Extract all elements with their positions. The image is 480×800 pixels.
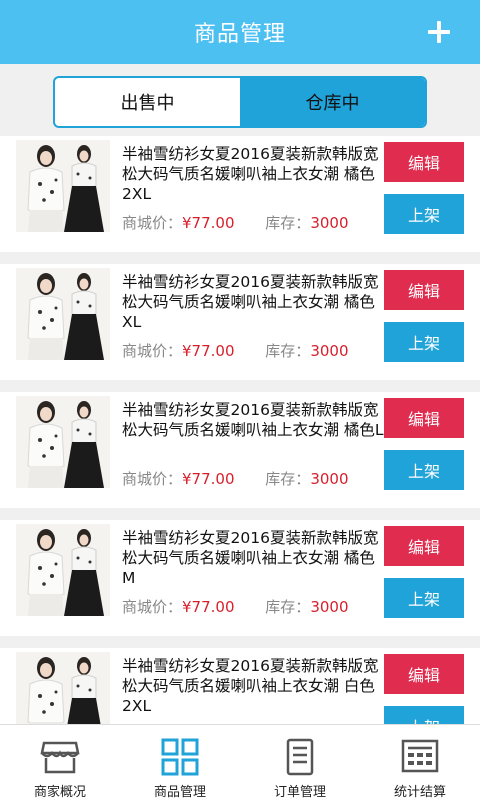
tabbar-item-settlement[interactable]: 统计结算 bbox=[360, 725, 480, 800]
stock-value: 3000 bbox=[310, 598, 349, 616]
tabbar-label: 商品管理 bbox=[153, 785, 206, 800]
list-on-shelf-button[interactable]: 上架 bbox=[384, 322, 464, 362]
product-item: 半袖雪纺衫女夏2016夏装新款韩版宽松大码气质名媛喇叭袖上衣女潮 白色2XL 商… bbox=[0, 648, 480, 724]
product-title[interactable]: 半袖雪纺衫女夏2016夏装新款韩版宽松大码气质名媛喇叭袖上衣女潮 橘色2XL bbox=[122, 144, 384, 204]
app-header: 商品管理 bbox=[0, 0, 480, 64]
stock-label: 库存： bbox=[265, 598, 311, 616]
product-item: 半袖雪纺衫女夏2016夏装新款韩版宽松大码气质名媛喇叭袖上衣女潮 橘色L 商城价… bbox=[0, 392, 480, 508]
product-image[interactable] bbox=[16, 652, 110, 724]
product-list: 半袖雪纺衫女夏2016夏装新款韩版宽松大码气质名媛喇叭袖上衣女潮 橘色2XL 商… bbox=[0, 136, 480, 724]
product-meta: 商城价：¥77.00 库存：3000 bbox=[122, 212, 349, 233]
product-item: 半袖雪纺衫女夏2016夏装新款韩版宽松大码气质名媛喇叭袖上衣女潮 橘色M 商城价… bbox=[0, 520, 480, 636]
price-value: ¥77.00 bbox=[182, 470, 235, 488]
tabbar-item-orders[interactable]: 订单管理 bbox=[240, 725, 360, 800]
product-title[interactable]: 半袖雪纺衫女夏2016夏装新款韩版宽松大码气质名媛喇叭袖上衣女潮 橘色M bbox=[122, 528, 384, 588]
plus-icon bbox=[428, 21, 450, 43]
product-meta: 商城价：¥77.00 库存：3000 bbox=[122, 596, 349, 617]
list-on-shelf-button[interactable]: 上架 bbox=[384, 450, 464, 490]
price-value: ¥77.00 bbox=[182, 342, 235, 360]
product-title[interactable]: 半袖雪纺衫女夏2016夏装新款韩版宽松大码气质名媛喇叭袖上衣女潮 橘色XL bbox=[122, 272, 384, 332]
bottom-tab-bar: 商家概况 商品管理 订单管理 统计结算 bbox=[0, 724, 480, 800]
price-label: 商城价： bbox=[122, 214, 183, 232]
tab-on-sale[interactable]: 出售中 bbox=[55, 78, 240, 126]
stock-label: 库存： bbox=[265, 214, 311, 232]
edit-button[interactable]: 编辑 bbox=[384, 654, 464, 694]
stock-value: 3000 bbox=[310, 214, 349, 232]
grid-icon bbox=[160, 737, 200, 777]
price-label: 商城价： bbox=[122, 470, 183, 488]
page-title: 商品管理 bbox=[193, 22, 286, 47]
stock-value: 3000 bbox=[310, 342, 349, 360]
tabbar-item-products[interactable]: 商品管理 bbox=[120, 725, 240, 800]
status-tabs-bar: 出售中 仓库中 bbox=[0, 64, 480, 136]
list-on-shelf-button[interactable]: 上架 bbox=[384, 578, 464, 618]
price-value: ¥77.00 bbox=[182, 598, 235, 616]
product-title[interactable]: 半袖雪纺衫女夏2016夏装新款韩版宽松大码气质名媛喇叭袖上衣女潮 橘色L bbox=[122, 400, 384, 440]
list-on-shelf-button[interactable]: 上架 bbox=[384, 194, 464, 234]
stock-label: 库存： bbox=[265, 342, 311, 360]
tabbar-label: 订单管理 bbox=[273, 785, 326, 800]
add-product-button[interactable] bbox=[424, 12, 454, 52]
tabbar-label: 统计结算 bbox=[393, 785, 446, 800]
tabbar-label: 商家概况 bbox=[33, 785, 86, 800]
edit-button[interactable]: 编辑 bbox=[384, 398, 464, 438]
product-meta: 商城价：¥77.00 库存：3000 bbox=[122, 340, 349, 361]
price-label: 商城价： bbox=[122, 342, 183, 360]
edit-button[interactable]: 编辑 bbox=[384, 526, 464, 566]
edit-button[interactable]: 编辑 bbox=[384, 142, 464, 182]
stock-value: 3000 bbox=[310, 470, 349, 488]
stock-label: 库存： bbox=[265, 470, 311, 488]
list-on-shelf-button[interactable]: 上架 bbox=[384, 706, 464, 724]
store-icon bbox=[40, 737, 80, 777]
product-image[interactable] bbox=[16, 396, 110, 488]
document-icon bbox=[280, 737, 320, 777]
product-meta: 商城价：¥77.00 库存：3000 bbox=[122, 468, 349, 489]
product-item: 半袖雪纺衫女夏2016夏装新款韩版宽松大码气质名媛喇叭袖上衣女潮 橘色2XL 商… bbox=[0, 136, 480, 252]
product-image[interactable] bbox=[16, 524, 110, 616]
calculator-icon bbox=[400, 737, 440, 777]
tabbar-item-overview[interactable]: 商家概况 bbox=[0, 725, 120, 800]
edit-button[interactable]: 编辑 bbox=[384, 270, 464, 310]
product-title[interactable]: 半袖雪纺衫女夏2016夏装新款韩版宽松大码气质名媛喇叭袖上衣女潮 白色2XL bbox=[122, 656, 384, 716]
product-image[interactable] bbox=[16, 140, 110, 232]
tab-in-warehouse[interactable]: 仓库中 bbox=[240, 78, 425, 126]
price-label: 商城价： bbox=[122, 598, 183, 616]
segmented-control: 出售中 仓库中 bbox=[53, 76, 427, 128]
price-value: ¥77.00 bbox=[182, 214, 235, 232]
product-image[interactable] bbox=[16, 268, 110, 360]
product-item: 半袖雪纺衫女夏2016夏装新款韩版宽松大码气质名媛喇叭袖上衣女潮 橘色XL 商城… bbox=[0, 264, 480, 380]
